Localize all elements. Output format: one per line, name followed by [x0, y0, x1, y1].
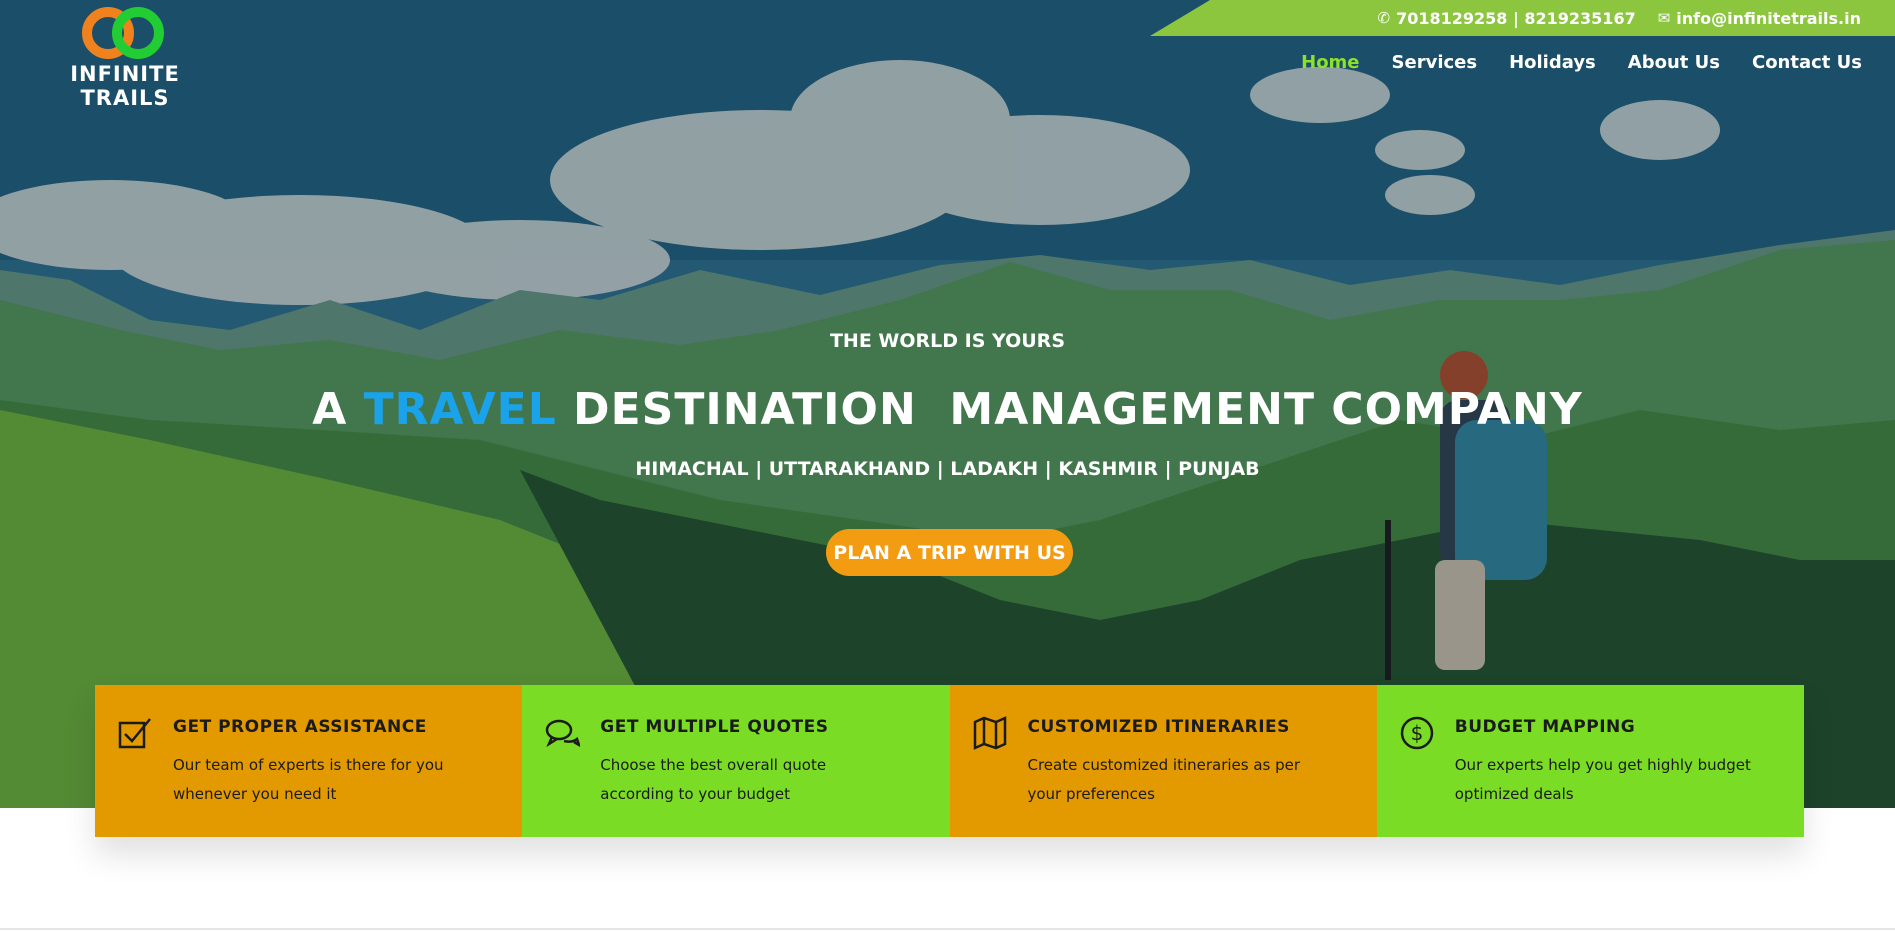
- nav-home[interactable]: Home: [1301, 52, 1359, 73]
- contact-bar: ✆ 7018129258 | 8219235167 ✉ info@infinit…: [1150, 0, 1895, 36]
- feature-strip: GET PROPER ASSISTANCE Our team of expert…: [95, 685, 1804, 837]
- feature-title: BUDGET MAPPING: [1454, 717, 1636, 737]
- email-contact[interactable]: ✉ info@infinitetrails.in: [1658, 9, 1861, 28]
- feature-card-budget: $ BUDGET MAPPING Our experts help you ge…: [1376, 685, 1804, 837]
- map-icon: [973, 716, 1006, 750]
- feature-text: Our team of experts is there for you whe…: [173, 756, 444, 803]
- chat-bubbles-icon: [546, 719, 581, 748]
- nav-services[interactable]: Services: [1392, 52, 1478, 73]
- envelope-icon: ✉: [1657, 9, 1671, 27]
- main-nav: Home Services Holidays About Us Contact …: [1301, 52, 1862, 73]
- feature-card-quotes: GET MULTIPLE QUOTES Choose the best over…: [522, 685, 950, 837]
- nav-holidays[interactable]: Holidays: [1509, 52, 1596, 73]
- feature-title: GET MULTIPLE QUOTES: [600, 717, 829, 737]
- feature-text: Choose the best overall quote according …: [600, 756, 827, 803]
- hero-headline: A TRAVEL DESTINATION MANAGEMENT COMPANY: [0, 384, 1895, 435]
- feature-title: GET PROPER ASSISTANCE: [173, 717, 427, 737]
- headline-accent: TRAVEL: [363, 384, 557, 435]
- feature-card-itineraries: CUSTOMIZED ITINERARIES Create customized…: [949, 685, 1377, 837]
- phone-icon: ✆: [1377, 9, 1391, 27]
- email-address: info@infinitetrails.in: [1676, 8, 1861, 28]
- nav-about-us[interactable]: About Us: [1628, 52, 1720, 73]
- section-divider: [0, 928, 1895, 930]
- hero-eyebrow: THE WORLD IS YOURS: [829, 330, 1066, 352]
- hero-regions: HIMACHAL | UTTARAKHAND | LADAKH | KASHMI…: [635, 458, 1260, 480]
- feature-card-assistance: GET PROPER ASSISTANCE Our team of expert…: [95, 685, 523, 837]
- plan-trip-button[interactable]: PLAN A TRIP WITH US: [826, 529, 1073, 576]
- checkbox-icon: [118, 718, 151, 749]
- headline-prefix: A: [312, 384, 364, 435]
- feature-text: Our experts help you get highly budget o…: [1454, 756, 1751, 803]
- logo-rings-icon: [82, 7, 164, 59]
- logo-wordmark: INFINITE TRAILS: [70, 62, 180, 110]
- nav-contact-us[interactable]: Contact Us: [1752, 52, 1862, 73]
- phone-numbers: 7018129258 | 8219235167: [1396, 8, 1636, 28]
- svg-text:$: $: [1410, 721, 1423, 745]
- phone-contact[interactable]: ✆ 7018129258 | 8219235167: [1377, 9, 1635, 28]
- feature-title: CUSTOMIZED ITINERARIES: [1027, 717, 1290, 737]
- headline-suffix: DESTINATION MANAGEMENT COMPANY: [556, 384, 1583, 435]
- feature-text: Create customized itineraries as per you…: [1027, 756, 1301, 803]
- dollar-circle-icon: $: [1400, 716, 1433, 750]
- site-logo[interactable]: INFINITE TRAILS: [40, 4, 210, 110]
